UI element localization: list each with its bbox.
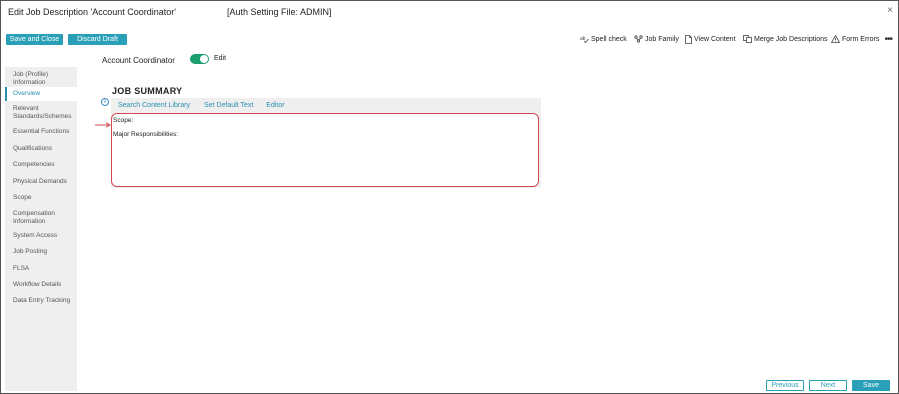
save-button[interactable]: Save xyxy=(852,380,890,391)
form-errors-label: Form Errors xyxy=(842,35,880,43)
svg-text:ab: ab xyxy=(580,36,586,42)
info-icon[interactable]: i xyxy=(101,98,109,106)
sidebar-item-qualifications[interactable]: Qualifications xyxy=(5,145,77,153)
job-family-label: Job Family xyxy=(645,35,679,43)
auth-setting-label: [Auth Setting File: ADMIN] xyxy=(227,7,332,17)
sidebar-item-data-entry-tracking[interactable]: Data Entry Tracking xyxy=(5,297,77,305)
sidebar-item-scope[interactable]: Scope xyxy=(5,194,77,202)
document-icon xyxy=(685,34,692,44)
window-title: Edit Job Description 'Account Coordinato… xyxy=(8,7,177,17)
search-content-library-link[interactable]: Search Content Library xyxy=(118,102,190,109)
set-default-text-link[interactable]: Set Default Text xyxy=(204,102,253,109)
form-errors-button[interactable]: Form Errors xyxy=(831,34,879,44)
sidebar-item-workflow-details[interactable]: Workflow Details xyxy=(5,281,77,289)
sidebar-item-job-posting[interactable]: Job Posting xyxy=(5,248,77,256)
merge-job-descriptions-label: Merge Job Descriptions xyxy=(754,35,828,43)
merge-icon xyxy=(743,35,752,43)
edit-toggle[interactable] xyxy=(190,54,209,64)
spell-check-button[interactable]: ab Spell check xyxy=(580,34,627,44)
sidebar-item-compensation-information[interactable]: Compensation Information xyxy=(5,210,77,226)
warning-icon xyxy=(831,35,840,43)
sidebar-item-flsa[interactable]: FLSA xyxy=(5,265,77,273)
window-frame: Edit Job Description 'Account Coordinato… xyxy=(0,0,899,394)
major-responsibilities-text: Major Responsibilities: xyxy=(113,131,179,138)
section-title: JOB SUMMARY xyxy=(112,86,183,96)
title-bar: Edit Job Description 'Account Coordinato… xyxy=(2,2,898,24)
more-options-icon[interactable]: ••• xyxy=(884,34,892,45)
job-family-button[interactable]: Job Family xyxy=(634,34,679,44)
editor-links: Search Content Library Set Default Text … xyxy=(118,102,285,109)
spell-check-label: Spell check xyxy=(591,35,627,43)
sidebar-item-job-profile-information[interactable]: Job (Profile) Information xyxy=(5,71,77,87)
sidebar-item-physical-demands[interactable]: Physical Demands xyxy=(5,178,77,186)
scope-text: Scope: xyxy=(113,117,134,124)
view-content-button[interactable]: View Content xyxy=(685,34,736,44)
toolbar: Save and Close Discard Draft ab Spell ch… xyxy=(2,31,898,47)
sidebar-item-relevant-standards[interactable]: Relevant Standards/Schemes xyxy=(5,105,77,121)
editor-link[interactable]: Editor xyxy=(266,102,284,109)
merge-job-descriptions-button[interactable]: Merge Job Descriptions xyxy=(743,34,828,44)
job-title: Account Coordinator xyxy=(102,55,175,65)
sidebar-item-system-access[interactable]: System Access xyxy=(5,232,77,240)
job-family-icon xyxy=(634,35,643,43)
sidebar-item-competencies[interactable]: Competencies xyxy=(5,161,77,169)
next-button[interactable]: Next xyxy=(809,380,847,391)
sidebar-item-overview[interactable]: Overview xyxy=(5,87,77,101)
previous-button[interactable]: Previous xyxy=(766,380,804,391)
discard-draft-button[interactable]: Discard Draft xyxy=(68,34,127,45)
edit-toggle-label: Edit xyxy=(214,55,227,62)
view-content-label: View Content xyxy=(694,35,736,43)
highlight-arrow-icon xyxy=(95,122,111,128)
toggle-knob xyxy=(200,55,208,63)
save-and-close-button[interactable]: Save and Close xyxy=(6,34,63,45)
sidebar-item-essential-functions[interactable]: Essential Functions xyxy=(5,128,77,136)
job-summary-text-area[interactable] xyxy=(111,113,539,187)
section-sidebar: Job (Profile) Information Overview Relev… xyxy=(5,67,77,391)
spellcheck-icon: ab xyxy=(580,35,589,43)
close-icon[interactable]: × xyxy=(887,5,893,16)
